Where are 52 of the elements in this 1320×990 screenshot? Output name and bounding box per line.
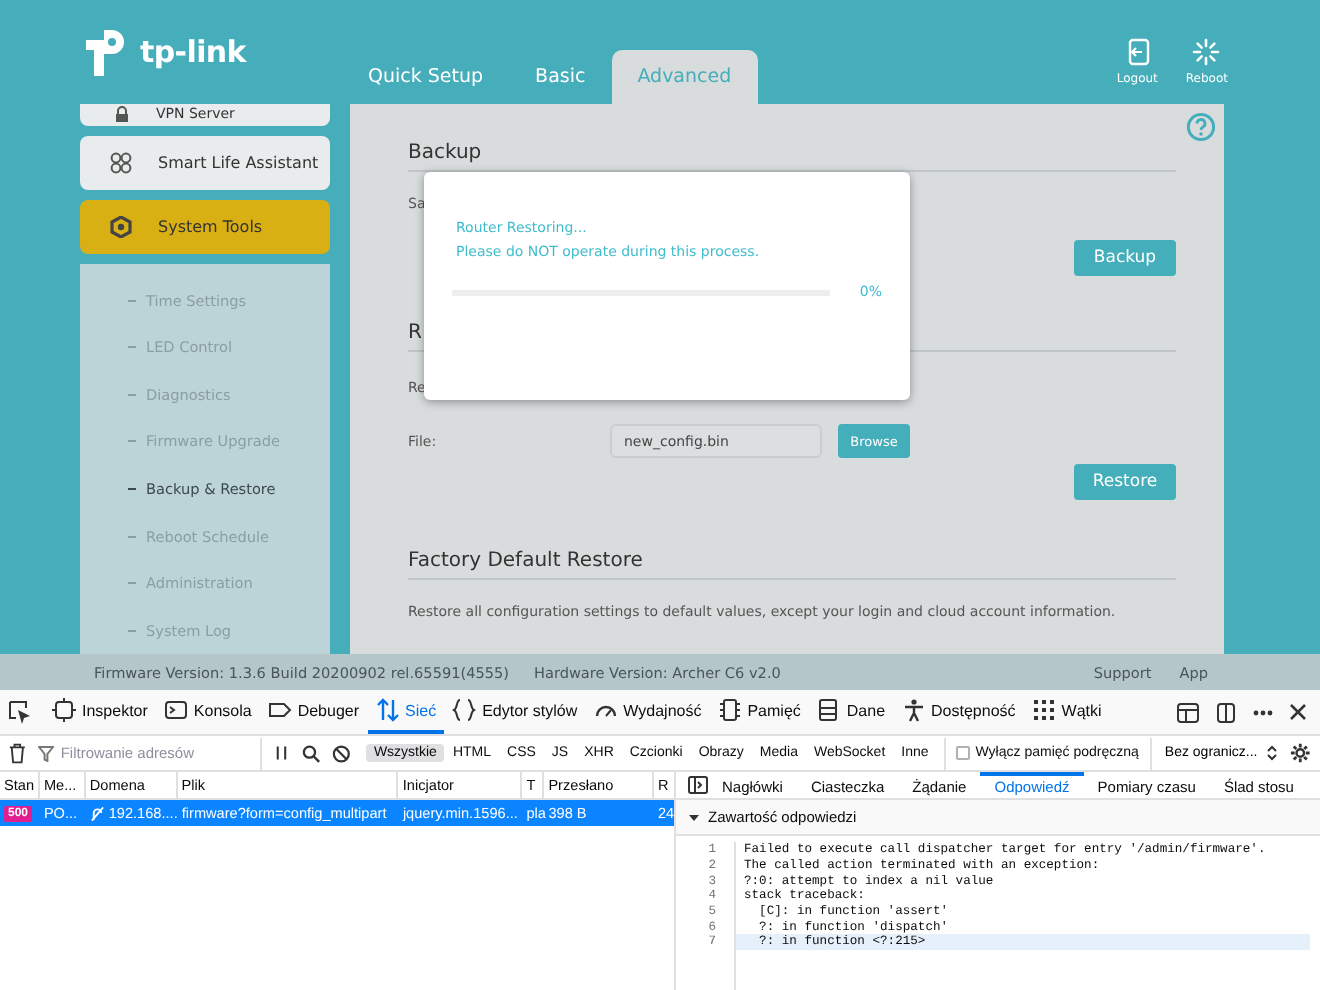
devtools-tab[interactable]: Sieć [367,690,445,734]
devtools-tab[interactable]: Inspektor [44,690,156,734]
chip-icon[interactable] [717,698,742,722]
tag-icon[interactable] [267,698,292,722]
dash-icon [128,582,136,585]
devtools-tab[interactable]: Edytor stylów [444,690,586,734]
dash-icon [128,393,136,396]
reboot-icon[interactable] [1192,38,1221,66]
dash-icon [128,440,136,443]
insecure-lock-icon [89,805,105,821]
lock-icon [114,105,130,124]
filter-icon [38,745,55,761]
chevrons-icon [1265,744,1278,762]
devtools-tab[interactable]: Wydajność [585,690,710,734]
pause-icon[interactable] [274,744,290,762]
devtools-tab[interactable]: Wątki [1023,690,1110,734]
devtools-tab[interactable]: Dane [808,690,894,734]
settings-icon[interactable] [1289,742,1310,764]
logo-text: tp-link [140,34,246,70]
dash-icon [128,535,136,538]
gear-icon [110,216,132,239]
person-icon[interactable] [901,698,926,722]
crosshair-icon[interactable] [52,698,76,722]
devtools-tab[interactable]: Debuger [259,690,368,734]
devtools-tab[interactable]: Konsola [155,690,260,734]
section-title: Factory Default Restore [408,550,643,572]
devtools-tab[interactable]: Dostępność [893,690,1024,734]
up-down-arrows-icon[interactable] [375,698,400,722]
block-icon[interactable] [332,743,351,763]
dock-icon[interactable] [1214,701,1238,723]
close-icon[interactable] [1288,702,1308,722]
grid-icon[interactable] [1031,698,1056,722]
search-icon[interactable] [301,743,321,763]
trash-icon[interactable] [8,742,27,764]
terminal-icon[interactable] [163,698,188,722]
layout-icon[interactable] [1176,701,1200,723]
element-picker-icon[interactable] [8,700,32,724]
section-title: Backup [408,142,482,164]
logout-icon[interactable] [1123,38,1152,66]
database-icon[interactable] [816,698,841,722]
expand-triangle-icon[interactable] [688,811,700,823]
braces-icon[interactable] [452,698,477,722]
dash-icon [128,487,136,490]
devtools-tab[interactable]: Pamięć [709,690,809,734]
sidebar-item[interactable]: System Tools [80,199,330,255]
dash-icon [128,346,136,349]
dash-icon [128,629,136,632]
sidebar-item[interactable]: Smart Life Assistant [80,135,330,190]
four-circles-icon [110,151,132,174]
dash-icon [128,299,136,302]
section-title: R [408,322,422,344]
sidebar-toggle-icon[interactable] [688,776,708,794]
